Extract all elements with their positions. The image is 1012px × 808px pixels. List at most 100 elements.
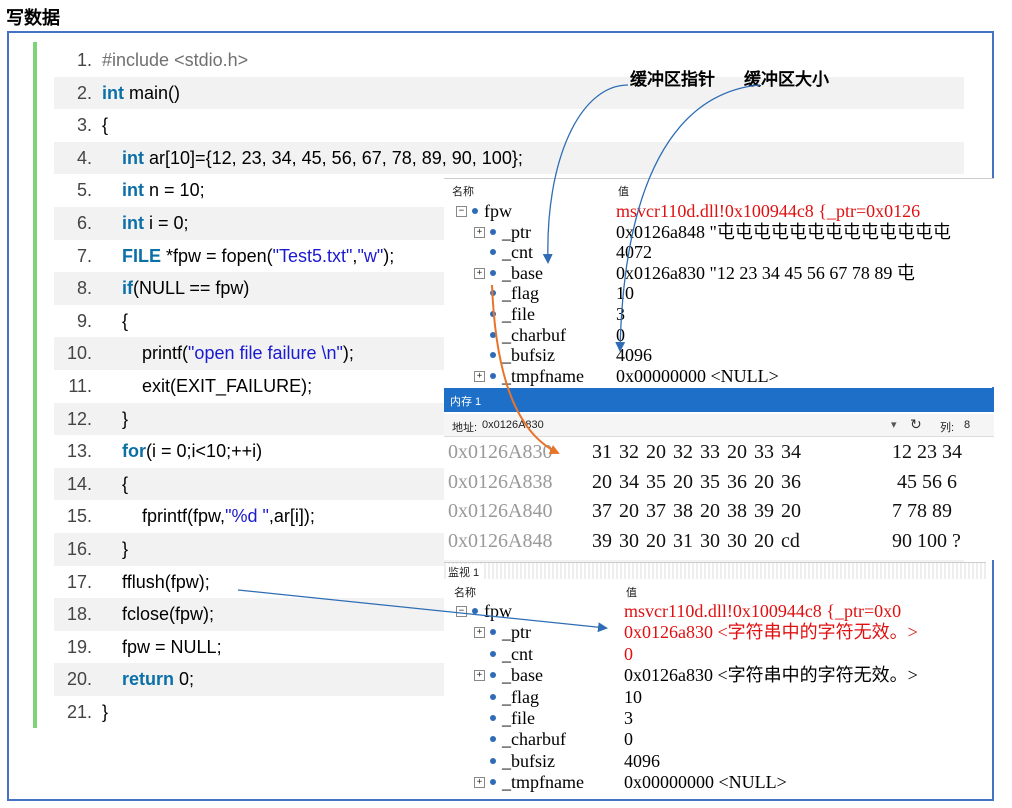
memory-address: 0x0126A840 bbox=[448, 500, 553, 522]
field-icon bbox=[490, 372, 496, 379]
expand-icon[interactable]: + bbox=[474, 670, 485, 682]
watch-field-name: _ptr bbox=[502, 622, 531, 643]
code-text: return 0; bbox=[122, 669, 195, 690]
collapse-icon[interactable]: − bbox=[456, 206, 467, 217]
code-text: { bbox=[102, 310, 129, 331]
watch-field-name: _bufsiz bbox=[502, 750, 555, 771]
field-icon bbox=[472, 608, 478, 614]
memory-title-bar: 内存 1 bbox=[444, 388, 994, 412]
watch-field-name: _charbuf bbox=[502, 729, 566, 750]
watch-field-name: _file bbox=[502, 304, 535, 324]
watch-field-value: 0 bbox=[624, 729, 633, 750]
watch-field-name: _flag bbox=[502, 283, 539, 304]
memory-ascii: 90 100 ? bbox=[892, 529, 961, 552]
watch-field-value: 0x00000000 <NULL> bbox=[616, 365, 779, 386]
collapse-icon[interactable]: − bbox=[456, 606, 467, 617]
line-number: 6. bbox=[76, 212, 92, 233]
columns-input[interactable]: 8 bbox=[964, 419, 970, 431]
watch-field-name: _charbuf bbox=[502, 324, 566, 345]
watch-panel-1: 名称 值 − fpw msvcr110d.dll!0x100944c8 {_ptr=… bbox=[444, 178, 994, 387]
memory-bytes: 37 20 37 38 20 38 39 20 bbox=[592, 500, 801, 522]
code-text: fclose(fpw); bbox=[102, 604, 215, 625]
expand-icon[interactable]: + bbox=[474, 370, 485, 382]
code-text: fprintf(fpw,"%d ",ar[i]); bbox=[102, 506, 315, 527]
watch-field-value: 0x0126a830 <字符串中的字符无效。> bbox=[624, 665, 918, 686]
watch2-name-header: 名称 bbox=[454, 587, 476, 599]
code-text: } bbox=[102, 408, 129, 429]
chevron-down-icon[interactable]: ▾ bbox=[891, 418, 897, 431]
watch-field-value: 10 bbox=[616, 283, 634, 304]
annotation-buffer-pointer: 缓冲区指针 bbox=[630, 70, 715, 90]
watch-field-value: 0 bbox=[616, 324, 625, 345]
code-text: { bbox=[102, 115, 109, 136]
memory-ascii: 45 56 6 bbox=[892, 470, 957, 493]
watch-field-name: _tmpfname bbox=[502, 772, 584, 793]
watch-field-value: 0x0126a830 <字符串中的字符无效。> bbox=[624, 622, 918, 643]
line-number: 13. bbox=[66, 441, 92, 462]
code-gutter-bar bbox=[33, 42, 37, 728]
memory-address-bar: 地址: 0x0126A830 ▾ ↻ 列: 8 bbox=[444, 414, 994, 437]
field-icon bbox=[490, 331, 496, 338]
line-number: 5. bbox=[76, 180, 92, 201]
code-text: printf("open file failure \n"); bbox=[102, 343, 354, 364]
line-number: 9. bbox=[76, 310, 92, 331]
memory-panel: 内存 1 地址: 0x0126A830 ▾ ↻ 列: 8 0x0126A830 3… bbox=[444, 388, 994, 560]
watch-field-name: _base bbox=[502, 262, 543, 283]
refresh-icon[interactable]: ↻ bbox=[910, 416, 922, 433]
code-line: 3. { bbox=[54, 109, 964, 142]
watch-field-value: msvcr110d.dll!0x100944c8 {_ptr=0x0 bbox=[624, 601, 902, 621]
field-icon bbox=[490, 715, 496, 721]
expand-icon[interactable]: + bbox=[474, 777, 485, 789]
watch1-name-header: 名称 bbox=[452, 186, 474, 198]
line-number: 1. bbox=[76, 50, 92, 70]
watch-field-name: fpw bbox=[484, 201, 512, 221]
line-number: 17. bbox=[66, 571, 92, 592]
line-number: 10. bbox=[66, 343, 92, 364]
code-text: int n = 10; bbox=[122, 180, 205, 201]
expand-icon[interactable]: + bbox=[474, 226, 485, 238]
address-label: 地址: bbox=[452, 422, 478, 434]
address-input[interactable]: 0x0126A830 bbox=[482, 419, 882, 431]
watch-panel-2: 监视 1 名称 值 − fpw msvcr110d.dll!0x100944c8 {… bbox=[444, 562, 986, 799]
columns-label: 列: bbox=[940, 422, 955, 434]
line-number: 18. bbox=[66, 604, 92, 625]
memory-ascii: 7 78 89 bbox=[892, 500, 957, 522]
code-text: fflush(fpw); bbox=[102, 571, 210, 592]
memory-bytes: 20 34 35 20 35 36 20 36 bbox=[592, 470, 801, 493]
watch-field-name: _cnt bbox=[502, 643, 533, 664]
code-text: int main() bbox=[102, 82, 181, 103]
code-text: for(i = 0;i<10;++i) bbox=[122, 441, 263, 462]
line-number: 16. bbox=[66, 538, 92, 559]
expand-icon[interactable]: + bbox=[474, 267, 485, 279]
watch-field-name: _tmpfname bbox=[502, 365, 584, 386]
watch-field-name: _bufsiz bbox=[502, 345, 555, 366]
watch2-value-header: 值 bbox=[626, 587, 637, 599]
watch-field-name: _file bbox=[502, 708, 535, 728]
code-text: } bbox=[102, 701, 109, 722]
code-text: } bbox=[102, 538, 129, 559]
watch-field-name: _cnt bbox=[502, 242, 533, 263]
code-text: exit(EXIT_FAILURE); bbox=[102, 375, 313, 396]
field-icon bbox=[490, 290, 496, 297]
watch-field-value: msvcr110d.dll!0x100944c8 {_ptr=0x0126 bbox=[616, 201, 921, 221]
memory-address: 0x0126A838 bbox=[448, 470, 553, 493]
watch-field-value: 0 bbox=[624, 643, 633, 664]
field-icon bbox=[490, 269, 496, 276]
watch-field-value: 0x0126a830 "12 23 34 45 56 67 78 89 屯 bbox=[616, 262, 915, 283]
line-number: 3. bbox=[76, 115, 92, 136]
field-icon bbox=[490, 311, 496, 317]
watch-field-name: _ptr bbox=[502, 221, 531, 242]
code-line: 4. int ar[10]={12, 23, 34, 45, 56, 67, 7… bbox=[54, 141, 964, 175]
line-number: 14. bbox=[66, 473, 92, 494]
field-icon bbox=[490, 779, 496, 786]
memory-title: 内存 1 bbox=[450, 396, 482, 408]
field-icon bbox=[490, 672, 496, 679]
line-number: 2. bbox=[76, 82, 92, 103]
expand-icon[interactable]: + bbox=[474, 627, 485, 639]
watch2-title: 监视 1 bbox=[448, 564, 484, 580]
watch-field-value: 4096 bbox=[624, 750, 660, 771]
watch-field-value: 3 bbox=[624, 708, 633, 728]
code-text: int i = 0; bbox=[122, 212, 189, 233]
field-icon bbox=[490, 757, 496, 764]
field-icon bbox=[490, 693, 496, 700]
